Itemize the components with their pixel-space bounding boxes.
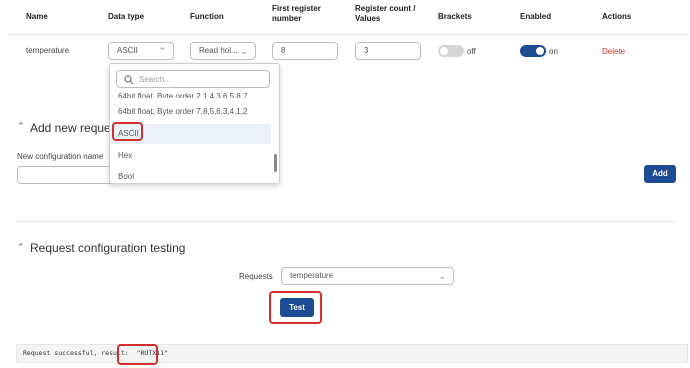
header-brackets: Brackets — [438, 12, 472, 21]
header-actions: Actions — [602, 12, 632, 21]
chevron-down-icon: ⌄ — [438, 271, 446, 281]
header-divider — [8, 34, 688, 35]
header-name: Name — [26, 12, 48, 21]
dropdown-option[interactable]: 64bit float, Byte order 7,8,5,6,3,4,1,2 — [110, 102, 271, 122]
header-function: Function — [190, 12, 224, 21]
highlight-test-button — [269, 291, 322, 324]
header-data-type: Data type — [108, 12, 145, 21]
chevron-down-icon: ⌄ — [240, 46, 248, 56]
dropdown-option[interactable]: Hex — [110, 146, 271, 166]
function-select[interactable]: Read hol... ⌄ — [190, 42, 256, 60]
collapse-caret-icon[interactable]: ⌃ — [17, 121, 25, 132]
chevron-up-icon: ⌃ — [158, 46, 166, 56]
highlight-result-value — [117, 344, 158, 365]
section-divider — [16, 221, 676, 222]
brackets-toggle[interactable] — [438, 45, 464, 57]
add-section-title: Add new reque — [30, 121, 111, 135]
dropdown-option[interactable]: 64bit float, Byte order 2,1,4,3,6,5,8,7 — [110, 82, 271, 98]
dropdown-option[interactable]: Bool — [110, 167, 271, 183]
new-config-label: New configuration name — [17, 152, 104, 161]
toggle-knob — [440, 47, 448, 55]
requests-select[interactable]: temperature ⌄ — [281, 267, 454, 285]
toggle-knob — [536, 47, 544, 55]
delete-link[interactable]: Delete — [602, 47, 625, 56]
highlight-ascii-option — [112, 122, 143, 141]
brackets-state-label: off — [467, 47, 476, 56]
requests-label: Requests — [239, 272, 273, 281]
data-type-select[interactable]: ASCII ⌃ — [108, 42, 174, 60]
dropdown-scrollbar[interactable] — [271, 92, 279, 183]
header-register-count: Register count / Values — [355, 4, 416, 23]
row-name: temperature — [26, 46, 70, 55]
testing-section-title: Request configuration testing — [30, 241, 186, 255]
header-enabled: Enabled — [520, 12, 552, 21]
header-first-register: First register number — [272, 4, 321, 23]
register-count-input[interactable]: 3 — [355, 42, 421, 60]
first-register-input[interactable]: 8 — [272, 42, 338, 60]
enabled-state-label: on — [549, 47, 558, 56]
scrollbar-thumb[interactable] — [274, 154, 277, 172]
enabled-toggle[interactable] — [520, 45, 546, 57]
add-button[interactable]: Add — [644, 165, 676, 183]
collapse-caret-icon[interactable]: ⌃ — [17, 242, 25, 253]
